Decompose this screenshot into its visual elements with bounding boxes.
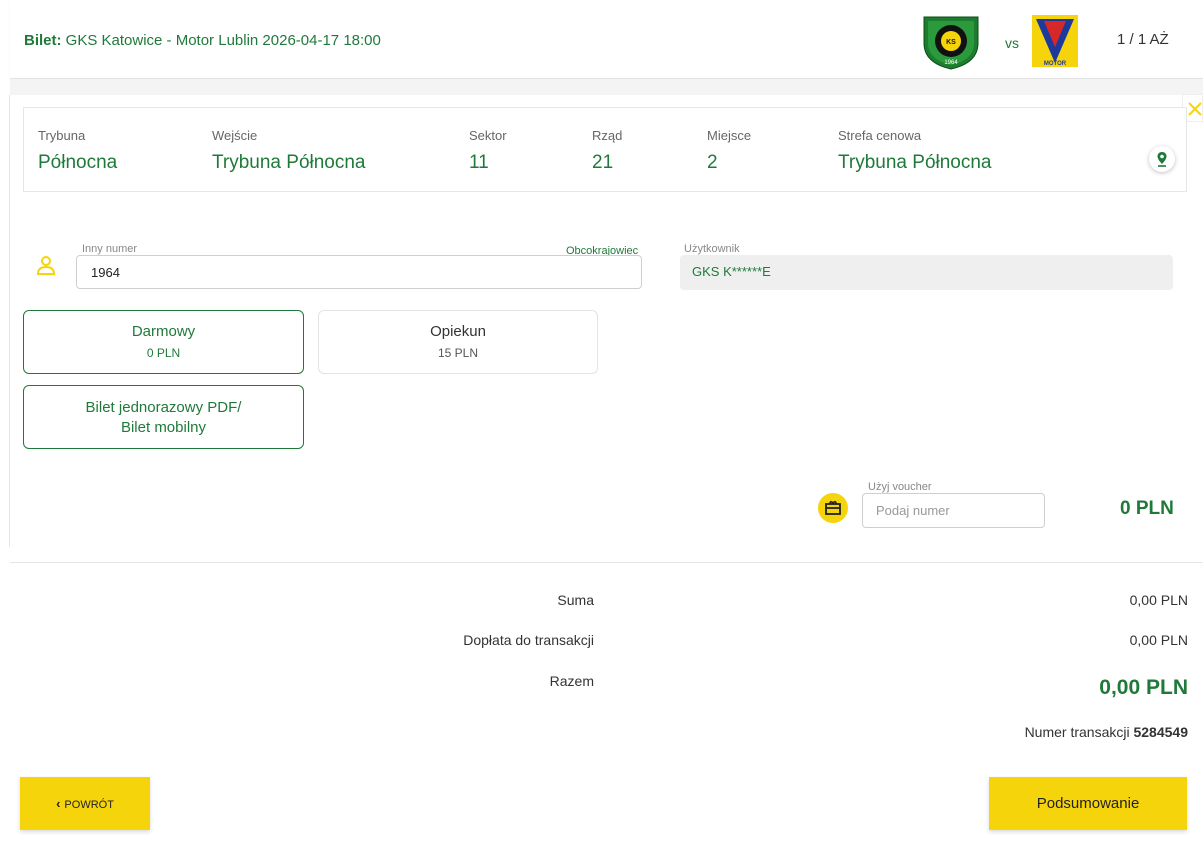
svg-text:1964: 1964 [944,60,958,66]
back-button-label: POWRÓT [64,799,114,811]
page-title: Bilet: GKS Katowice - Motor Lublin 2026-… [24,32,381,49]
seat-value-seat: 2 [707,152,718,173]
user-icon [36,255,56,277]
seat-value-price-zone: Trybuna Północna [838,152,992,173]
ticket-option-free[interactable]: Darmowy 0 PLN [23,310,304,374]
number-field-label: Inny numer [82,243,138,255]
fee-label: Dopłata do transakcji [463,632,594,648]
seat-label-sector: Sektor [469,128,507,143]
option-name: Opiekun [430,323,486,340]
seat-info-card [23,107,1187,192]
summary-button[interactable]: Podsumowanie [989,777,1187,830]
seat-label-stand: Trybuna [38,128,86,143]
back-button[interactable]: ‹ POWRÓT [20,777,150,830]
option-line-2: Bilet mobilny [120,419,207,436]
transaction-id: 5284549 [1133,724,1188,740]
svg-text:MOTOR: MOTOR [1044,61,1067,67]
total-label: Razem [549,673,594,689]
svg-text:KS: KS [946,39,956,46]
title-prefix: Bilet: [24,32,62,49]
seat-value-sector: 11 [469,152,489,173]
ticket-option-guardian[interactable]: Opiekun 15 PLN [318,310,598,374]
seat-label-row: Rząd [592,128,623,143]
seat-label-entrance: Wejście [212,128,258,143]
seat-map-button[interactable] [1149,146,1175,172]
left-border [9,95,10,547]
user-field-label: Użytkownik [684,243,740,255]
option-name: Darmowy [131,323,196,340]
option-line-1: Bilet jednorazowy PDF/ [85,399,242,416]
transaction-number: Numer transakcji 5284549 [888,724,1188,740]
voucher-label: Użyj voucher [868,481,932,493]
summary-divider [10,562,1203,563]
seat-label-seat: Miejsce [707,128,752,143]
delivery-option-pdf-mobile[interactable]: Bilet jednorazowy PDF/ Bilet mobilny [23,385,304,449]
sort-toggle[interactable]: AŻ [1150,31,1169,48]
item-total: 0 PLN [1120,498,1174,519]
seat-label-price-zone: Strefa cenowa [838,128,922,143]
total-value: 0,00 PLN [1099,676,1188,699]
chevron-left-icon: ‹ [56,796,61,811]
voucher-icon [818,493,848,523]
sum-label: Suma [557,592,594,608]
seat-value-row: 21 [592,152,614,173]
pager-count: 1 / 1 [1117,31,1147,48]
voucher-input[interactable] [862,493,1045,528]
home-team-logo: KS 1964 [920,13,982,71]
ticket-pager: 1 / 1 AŻ [1117,31,1169,48]
option-price: 15 PLN [437,346,479,360]
seat-value-stand: Północna [38,152,118,173]
header-divider [10,79,1203,95]
option-price: 0 PLN [146,346,181,360]
user-value: GKS K******E [692,264,771,279]
map-pin-icon [1157,152,1167,167]
vs-label: vs [1005,35,1019,51]
event-name: GKS Katowice - Motor Lublin 2026-04-17 1… [65,32,381,49]
transaction-label: Numer transakcji [1024,724,1130,740]
seat-value-entrance: Trybuna Północna [212,152,366,173]
number-input[interactable] [76,255,642,289]
sum-value: 0,00 PLN [1129,592,1188,608]
away-team-logo: MOTOR [1030,13,1080,69]
fee-value: 0,00 PLN [1129,632,1188,648]
